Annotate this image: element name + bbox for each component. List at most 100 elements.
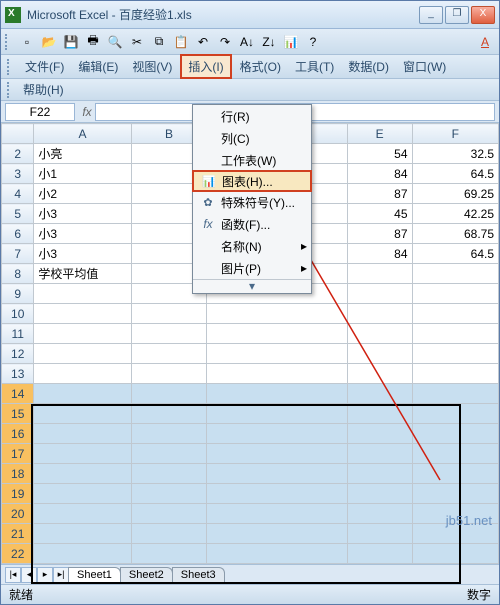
cut-icon[interactable]: ✂ [127, 32, 147, 52]
close-button[interactable]: X [471, 6, 495, 24]
print-icon[interactable]: 🖶 [83, 32, 103, 52]
menu-item-name[interactable]: 名称(N)▸ [193, 235, 311, 257]
cell[interactable]: 小亮 [34, 144, 131, 164]
menu-item-symbol[interactable]: ✿特殊符号(Y)... [193, 191, 311, 213]
open-icon[interactable]: 📂 [39, 32, 59, 52]
cell[interactable] [412, 264, 498, 284]
redo-icon[interactable]: ↷ [215, 32, 235, 52]
preview-icon[interactable]: 🔍 [105, 32, 125, 52]
row-header[interactable]: 4 [2, 184, 34, 204]
cell[interactable]: 64.5 [412, 244, 498, 264]
row-header[interactable]: 11 [2, 324, 34, 344]
menu-format[interactable]: 格式(O) [234, 56, 287, 77]
row-header[interactable]: 22 [2, 544, 34, 564]
menu-expand-icon[interactable]: ▾ [193, 279, 311, 293]
menu-item-row[interactable]: 行(R) [193, 105, 311, 127]
row-header[interactable]: 19 [2, 484, 34, 504]
menu-view[interactable]: 视图(V) [126, 56, 178, 77]
row-header[interactable]: 10 [2, 304, 34, 324]
row-header[interactable]: 12 [2, 344, 34, 364]
menu-help[interactable]: 帮助(H) [17, 79, 70, 100]
sheet-tab-2[interactable]: Sheet2 [120, 567, 173, 582]
submenu-arrow-icon: ▸ [301, 261, 307, 275]
status-numlock: 数字 [467, 586, 491, 603]
row-header[interactable]: 8 [2, 264, 34, 284]
row-header[interactable]: 6 [2, 224, 34, 244]
cell[interactable]: 学校平均值 [34, 264, 131, 284]
row-header[interactable]: 14 [2, 384, 34, 404]
select-all-corner[interactable] [2, 124, 34, 144]
menu-insert[interactable]: 插入(I) [180, 54, 231, 79]
col-header-f[interactable]: F [412, 124, 498, 144]
sheet-tab-3[interactable]: Sheet3 [172, 567, 225, 582]
row-header[interactable]: 7 [2, 244, 34, 264]
maximize-button[interactable]: ❐ [445, 6, 469, 24]
menu-item-chart[interactable]: 📊图表(H)... [192, 170, 312, 192]
cell[interactable]: 84 [347, 244, 412, 264]
name-box[interactable]: F22 [5, 103, 75, 121]
tab-next-icon[interactable]: ▸ [37, 567, 53, 583]
row-header[interactable]: 18 [2, 464, 34, 484]
undo-icon[interactable]: ↶ [193, 32, 213, 52]
menubar-handle[interactable] [7, 59, 13, 75]
col-header-a[interactable]: A [34, 124, 131, 144]
toolbar-handle[interactable] [5, 34, 11, 50]
cell[interactable]: 32.5 [412, 144, 498, 164]
cell[interactable]: 54 [347, 144, 412, 164]
tab-first-icon[interactable]: |◂ [5, 567, 21, 583]
cell[interactable]: 小3 [34, 224, 131, 244]
save-icon[interactable]: 💾 [61, 32, 81, 52]
menu-tools[interactable]: 工具(T) [289, 56, 340, 77]
col-header-e[interactable]: E [347, 124, 412, 144]
sort-desc-icon[interactable]: Z↓ [259, 32, 279, 52]
excel-icon [5, 7, 21, 23]
cell[interactable] [347, 264, 412, 284]
copy-icon[interactable]: ⧉ [149, 32, 169, 52]
cell[interactable]: 小2 [34, 184, 131, 204]
cell[interactable]: 64.5 [412, 164, 498, 184]
tab-last-icon[interactable]: ▸| [53, 567, 69, 583]
menu-item-function[interactable]: fx函数(F)... [193, 213, 311, 235]
font-color-icon[interactable]: A [475, 32, 495, 52]
menu-item-picture[interactable]: 图片(P)▸ [193, 257, 311, 279]
cell[interactable]: 69.25 [412, 184, 498, 204]
menu-file[interactable]: 文件(F) [19, 56, 70, 77]
cell[interactable]: 84 [347, 164, 412, 184]
minimize-button[interactable]: _ [419, 6, 443, 24]
menu-item-column[interactable]: 列(C) [193, 127, 311, 149]
tab-prev-icon[interactable]: ◂ [21, 567, 37, 583]
row-header[interactable]: 15 [2, 404, 34, 424]
menu-edit[interactable]: 编辑(E) [72, 56, 124, 77]
cell[interactable]: 68.75 [412, 224, 498, 244]
cell[interactable]: 小3 [34, 244, 131, 264]
help-row: 帮助(H) [1, 79, 499, 101]
row-header[interactable]: 3 [2, 164, 34, 184]
chart-icon[interactable]: 📊 [281, 32, 301, 52]
row-header[interactable]: 16 [2, 424, 34, 444]
helprow-handle[interactable] [7, 82, 13, 98]
menu-item-worksheet[interactable]: 工作表(W) [193, 149, 311, 171]
menu-window[interactable]: 窗口(W) [397, 56, 452, 77]
cell[interactable]: 87 [347, 224, 412, 244]
row-header[interactable]: 13 [2, 364, 34, 384]
standard-toolbar: ▫ 📂 💾 🖶 🔍 ✂ ⧉ 📋 ↶ ↷ A↓ Z↓ 📊 ? A [1, 29, 499, 55]
row-header[interactable]: 5 [2, 204, 34, 224]
help-icon[interactable]: ? [303, 32, 323, 52]
row-header[interactable]: 20 [2, 504, 34, 524]
cell[interactable]: 小3 [34, 204, 131, 224]
sheet-tab-1[interactable]: Sheet1 [68, 567, 121, 582]
row-header[interactable]: 21 [2, 524, 34, 544]
sort-asc-icon[interactable]: A↓ [237, 32, 257, 52]
paste-icon[interactable]: 📋 [171, 32, 191, 52]
cell[interactable]: 小1 [34, 164, 131, 184]
row-header[interactable]: 9 [2, 284, 34, 304]
cell[interactable]: 87 [347, 184, 412, 204]
menu-data[interactable]: 数据(D) [342, 56, 395, 77]
row-header[interactable]: 2 [2, 144, 34, 164]
window-title: Microsoft Excel - 百度经验1.xls [27, 6, 419, 23]
fx-icon[interactable]: fx [79, 105, 95, 119]
cell[interactable]: 42.25 [412, 204, 498, 224]
row-header[interactable]: 17 [2, 444, 34, 464]
cell[interactable]: 45 [347, 204, 412, 224]
new-icon[interactable]: ▫ [17, 32, 37, 52]
